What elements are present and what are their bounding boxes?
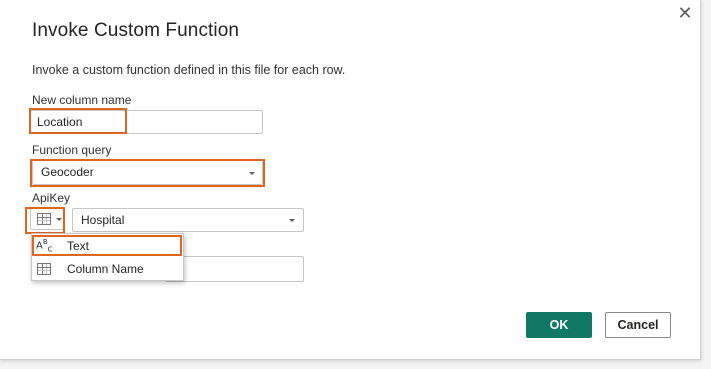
dialog-description: Invoke a custom function defined in this… (32, 63, 346, 77)
close-icon[interactable]: ✕ (674, 2, 696, 24)
function-query-value: Geocoder (41, 165, 94, 179)
menu-item-column-name[interactable]: Column Name (32, 258, 183, 280)
dialog-title: Invoke Custom Function (32, 20, 240, 41)
cancel-button[interactable]: Cancel (605, 312, 671, 338)
apikey-label: ApiKey (32, 191, 71, 205)
menu-item-label: Column Name (67, 262, 144, 276)
invoke-custom-function-dialog: Invoke Custom Function ✕ Invoke a custom… (0, 0, 701, 360)
ok-button[interactable]: OK (526, 312, 592, 338)
abc-text-icon: ABC (36, 238, 53, 254)
chevron-down-icon (56, 218, 62, 221)
obscured-field[interactable] (165, 256, 304, 282)
parameter-type-menu: ABC Text Column Name (31, 233, 184, 281)
chevron-down-icon (289, 219, 295, 222)
function-query-dropdown[interactable]: Geocoder (32, 160, 263, 185)
menu-item-label: Text (67, 239, 90, 253)
apikey-column-dropdown[interactable]: Hospital (72, 208, 304, 232)
apikey-column-value: Hospital (81, 213, 125, 227)
parameter-type-button[interactable] (30, 208, 64, 230)
new-column-name-label: New column name (32, 93, 132, 107)
menu-item-text[interactable]: ABC Text (32, 235, 183, 257)
table-icon (37, 213, 51, 225)
chevron-down-icon (249, 172, 255, 175)
function-query-label: Function query (32, 143, 112, 157)
new-column-name-input[interactable] (30, 110, 263, 134)
table-icon (37, 263, 51, 275)
